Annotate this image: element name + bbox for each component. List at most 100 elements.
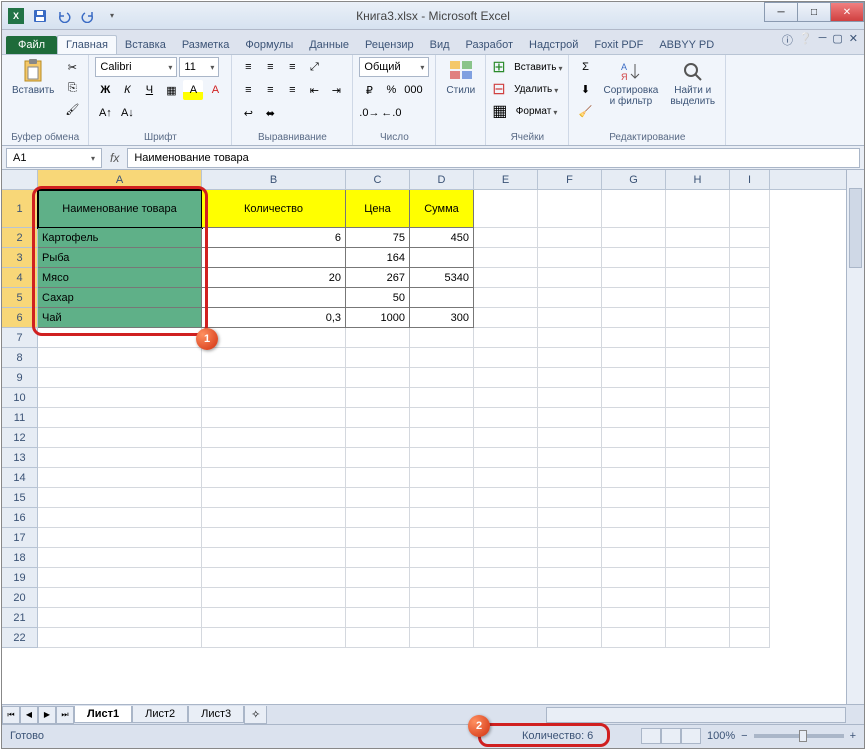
cell-E22[interactable] (474, 628, 538, 648)
cell-B4[interactable]: 20 (202, 268, 346, 288)
cell-H12[interactable] (666, 428, 730, 448)
cell-G8[interactable] (602, 348, 666, 368)
cell-H7[interactable] (666, 328, 730, 348)
cell-E12[interactable] (474, 428, 538, 448)
cell-I22[interactable] (730, 628, 770, 648)
cell-I20[interactable] (730, 588, 770, 608)
row-header-5[interactable]: 5 (2, 288, 38, 308)
cell-H17[interactable] (666, 528, 730, 548)
minimize-ribbon-icon[interactable]: ⓘ (782, 32, 793, 48)
fill-icon[interactable]: ⬇ (575, 79, 595, 99)
col-header-D[interactable]: D (410, 170, 474, 189)
col-header-B[interactable]: B (202, 170, 346, 189)
cell-I19[interactable] (730, 568, 770, 588)
view-layout-button[interactable] (661, 728, 681, 744)
tab-foxit[interactable]: Foxit PDF (586, 36, 651, 54)
cell-G11[interactable] (602, 408, 666, 428)
font-color-button[interactable]: A (205, 80, 225, 100)
cell-E10[interactable] (474, 388, 538, 408)
cell-H9[interactable] (666, 368, 730, 388)
row-header-9[interactable]: 9 (2, 368, 38, 388)
cell-C22[interactable] (346, 628, 410, 648)
cell-C13[interactable] (346, 448, 410, 468)
tab-home[interactable]: Главная (57, 35, 117, 54)
increase-font-icon[interactable]: A↑ (95, 103, 115, 123)
cell-H3[interactable] (666, 248, 730, 268)
cell-I16[interactable] (730, 508, 770, 528)
cell-B19[interactable] (202, 568, 346, 588)
row-header-1[interactable]: 1 (2, 190, 38, 228)
cell-I10[interactable] (730, 388, 770, 408)
cell-G14[interactable] (602, 468, 666, 488)
cell-D14[interactable] (410, 468, 474, 488)
cell-I8[interactable] (730, 348, 770, 368)
styles-button[interactable]: Стили (442, 57, 479, 98)
cell-D22[interactable] (410, 628, 474, 648)
cell-H5[interactable] (666, 288, 730, 308)
cell-I18[interactable] (730, 548, 770, 568)
delete-cells-button[interactable]: ⊟ Удалить (492, 79, 562, 99)
currency-icon[interactable]: ₽ (359, 80, 379, 100)
cell-E14[interactable] (474, 468, 538, 488)
cell-H21[interactable] (666, 608, 730, 628)
cell-G13[interactable] (602, 448, 666, 468)
cell-A19[interactable] (38, 568, 202, 588)
col-header-F[interactable]: F (538, 170, 602, 189)
cell-B15[interactable] (202, 488, 346, 508)
cell-F15[interactable] (538, 488, 602, 508)
cell-D13[interactable] (410, 448, 474, 468)
cell-B13[interactable] (202, 448, 346, 468)
row-header-14[interactable]: 14 (2, 468, 38, 488)
cell-G1[interactable] (602, 190, 666, 228)
cell-G22[interactable] (602, 628, 666, 648)
cell-E16[interactable] (474, 508, 538, 528)
cell-C10[interactable] (346, 388, 410, 408)
cell-A8[interactable] (38, 348, 202, 368)
cut-icon[interactable]: ✂ (62, 57, 82, 77)
cell-B10[interactable] (202, 388, 346, 408)
cell-C15[interactable] (346, 488, 410, 508)
cell-C6[interactable]: 1000 (346, 308, 410, 328)
cell-D9[interactable] (410, 368, 474, 388)
cell-D4[interactable]: 5340 (410, 268, 474, 288)
row-header-18[interactable]: 18 (2, 548, 38, 568)
cell-I21[interactable] (730, 608, 770, 628)
cell-C11[interactable] (346, 408, 410, 428)
cell-I3[interactable] (730, 248, 770, 268)
redo-icon[interactable] (78, 6, 98, 26)
cell-D2[interactable]: 450 (410, 228, 474, 248)
cell-F20[interactable] (538, 588, 602, 608)
cell-B12[interactable] (202, 428, 346, 448)
undo-icon[interactable] (54, 6, 74, 26)
cell-I7[interactable] (730, 328, 770, 348)
tab-abbyy[interactable]: ABBYY PD (651, 36, 722, 54)
cell-G19[interactable] (602, 568, 666, 588)
cell-A22[interactable] (38, 628, 202, 648)
tab-review[interactable]: Рецензир (357, 36, 422, 54)
cell-C8[interactable] (346, 348, 410, 368)
view-normal-button[interactable] (641, 728, 661, 744)
cell-H15[interactable] (666, 488, 730, 508)
cell-E11[interactable] (474, 408, 538, 428)
cell-G17[interactable] (602, 528, 666, 548)
format-painter-icon[interactable]: 🖌 (62, 99, 82, 119)
cell-E9[interactable] (474, 368, 538, 388)
cell-A18[interactable] (38, 548, 202, 568)
cell-F1[interactable] (538, 190, 602, 228)
file-tab[interactable]: Файл (6, 36, 57, 54)
cell-H18[interactable] (666, 548, 730, 568)
row-header-7[interactable]: 7 (2, 328, 38, 348)
cell-D8[interactable] (410, 348, 474, 368)
select-all-corner[interactable] (2, 170, 38, 190)
cell-H10[interactable] (666, 388, 730, 408)
cell-C16[interactable] (346, 508, 410, 528)
cell-F6[interactable] (538, 308, 602, 328)
cell-H11[interactable] (666, 408, 730, 428)
cell-G2[interactable] (602, 228, 666, 248)
cell-B3[interactable] (202, 248, 346, 268)
row-header-19[interactable]: 19 (2, 568, 38, 588)
cell-I9[interactable] (730, 368, 770, 388)
close-button[interactable]: ✕ (830, 2, 864, 22)
cell-C17[interactable] (346, 528, 410, 548)
cell-F14[interactable] (538, 468, 602, 488)
